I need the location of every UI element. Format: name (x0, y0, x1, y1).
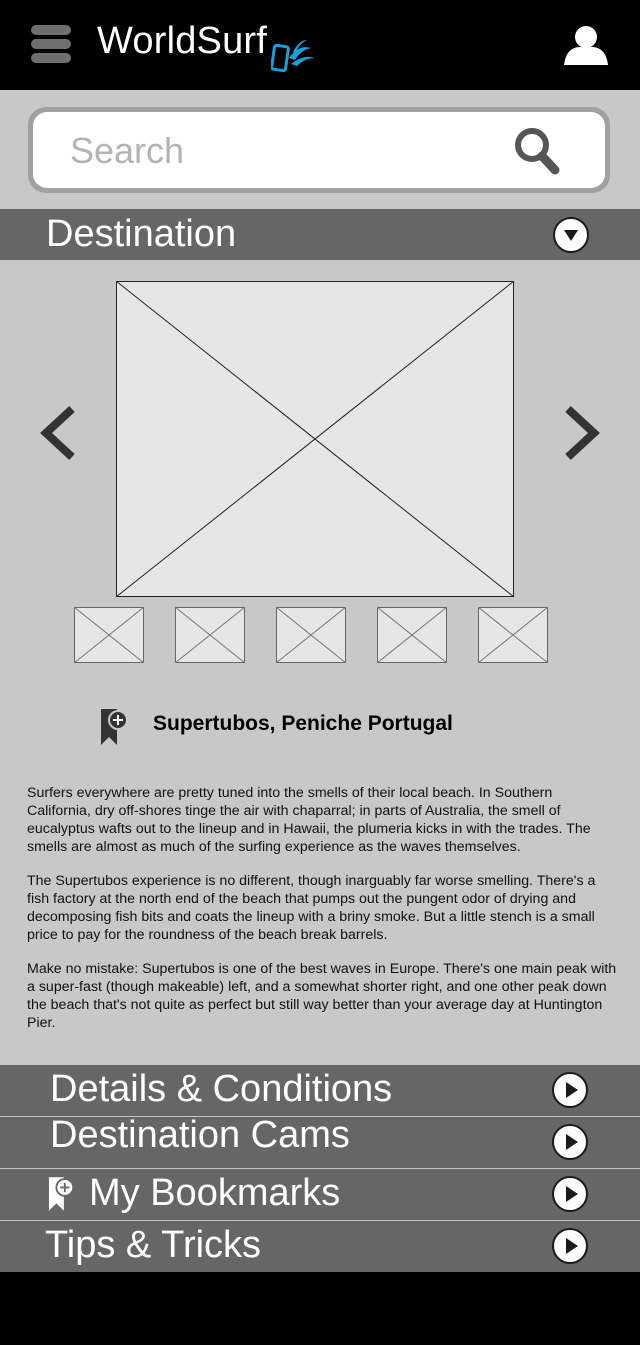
destination-description: Surfers everywhere are pretty tuned into… (27, 784, 617, 1048)
description-paragraph: Make no mistake: Supertubos is one of th… (27, 961, 617, 1031)
search-bar (28, 107, 610, 193)
section-details-conditions[interactable]: Details & Conditions (0, 1065, 640, 1116)
play-circle-icon[interactable] (552, 1228, 588, 1264)
search-input[interactable] (68, 126, 492, 176)
thumbnail-image[interactable] (74, 607, 144, 663)
description-paragraph: Surfers everywhere are pretty tuned into… (27, 785, 591, 855)
search-box (33, 112, 605, 188)
user-icon[interactable] (563, 24, 609, 66)
bottom-bar (0, 1272, 640, 1345)
section-destination-cams[interactable]: Destination Cams (0, 1114, 640, 1168)
destination-image-placeholder (116, 281, 514, 597)
destination-header[interactable]: Destination (0, 209, 640, 260)
section-tips-tricks[interactable]: Tips & Tricks (0, 1221, 640, 1272)
bookmark-add-icon[interactable] (100, 708, 130, 746)
thumbnail-image[interactable] (377, 607, 447, 663)
location-name: Supertubos, Peniche Portugal (153, 712, 453, 735)
hamburger-icon[interactable] (31, 25, 71, 65)
section-label: My Bookmarks (89, 1172, 341, 1214)
phone-splash-logo-icon (271, 40, 315, 72)
section-label: Details & Conditions (50, 1068, 393, 1110)
destination-heading: Destination (46, 213, 237, 255)
section-my-bookmarks[interactable]: My Bookmarks (0, 1169, 640, 1220)
top-app-bar: WorldSurf (0, 0, 640, 90)
search-icon[interactable] (513, 126, 561, 176)
bookmark-add-icon (48, 1177, 75, 1211)
main-content: Destination (0, 90, 640, 1272)
thumbnail-strip (0, 607, 640, 663)
play-circle-icon[interactable] (552, 1072, 588, 1108)
chevron-right-icon[interactable] (562, 405, 602, 461)
play-circle-icon[interactable] (552, 1124, 588, 1160)
section-label: Destination Cams (50, 1114, 350, 1156)
play-circle-icon[interactable] (552, 1176, 588, 1212)
description-paragraph: The Supertubos experience is no differen… (27, 873, 596, 943)
app-title: WorldSurf (97, 20, 268, 62)
thumbnail-image[interactable] (478, 607, 548, 663)
section-label: Tips & Tricks (45, 1224, 262, 1266)
thumbnail-image[interactable] (175, 607, 245, 663)
thumbnail-image[interactable] (276, 607, 346, 663)
chevron-left-icon[interactable] (38, 405, 78, 461)
location-row: Supertubos, Peniche Portugal (0, 702, 640, 748)
chevron-down-circle-icon[interactable] (553, 217, 589, 253)
